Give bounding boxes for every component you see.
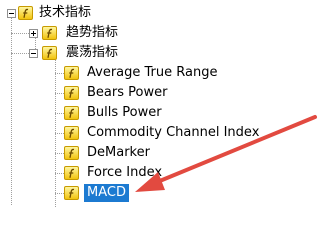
annotation-arrow <box>135 115 317 192</box>
